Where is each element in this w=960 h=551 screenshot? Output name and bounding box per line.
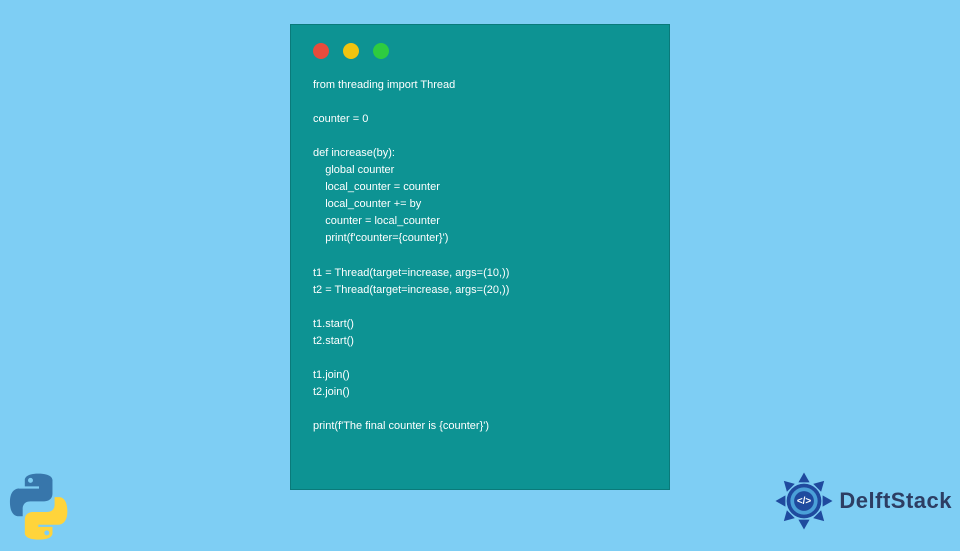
code-window: from threading import Thread counter = 0… xyxy=(290,24,670,490)
maximize-icon xyxy=(373,43,389,59)
python-logo-icon xyxy=(0,468,78,546)
close-icon xyxy=(313,43,329,59)
delftstack-logo: </> DelftStack xyxy=(773,470,952,532)
svg-text:</>: </> xyxy=(797,496,812,507)
code-block: from threading import Thread counter = 0… xyxy=(313,77,647,435)
window-traffic-lights xyxy=(313,43,647,59)
brand-name: DelftStack xyxy=(839,488,952,514)
delftstack-badge-icon: </> xyxy=(773,470,835,532)
minimize-icon xyxy=(343,43,359,59)
